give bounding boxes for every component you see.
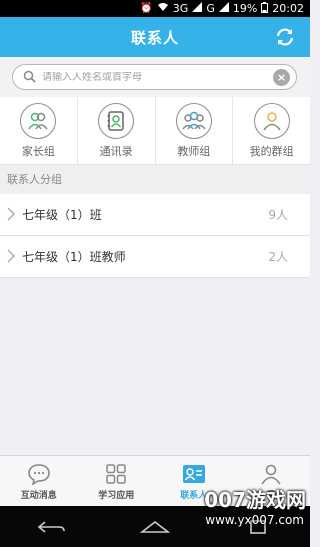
quick-group-row: 家长组 通讯录 教师组 我的群组 [0,97,310,165]
quick-item-teachers[interactable]: 教师组 [156,97,234,164]
list-item[interactable]: 七年级（1）班教师 2人 [0,236,310,278]
home-icon[interactable] [135,515,175,539]
title-bar: 联系人 [0,17,310,57]
alarm-icon: ⏰ [140,3,153,14]
search-input[interactable] [42,71,262,83]
quick-item-my-groups[interactable]: 我的群组 [233,97,310,164]
watermark-logo: 007游戏网 [204,488,306,512]
tab-apps[interactable]: 学习应用 [78,456,156,506]
network-indicator: 3G [172,2,189,15]
chevron-right-icon [7,249,15,267]
list-item[interactable]: 七年级（1）班 9人 [0,194,310,236]
group-count: 2人 [268,250,288,264]
status-bar: ⏰ 3G G 19% 20:02 [0,0,310,17]
group-name: 七年级（1）班教师 [22,250,126,264]
quick-item-address-book[interactable]: 通讯录 [78,97,156,164]
tab-label-apps: 学习应用 [98,490,135,501]
teachers-group-icon [175,102,212,139]
back-icon[interactable] [32,515,72,539]
quick-label-address-book: 通讯录 [99,144,133,158]
chevron-right-icon [7,207,15,225]
signal-icon [192,2,203,15]
address-book-icon [98,102,135,139]
group-list: 七年级（1）班 9人 七年级（1）班教师 2人 [0,194,310,278]
parents-group-icon [20,102,57,139]
group-count: 9人 [268,208,288,222]
battery-icon [261,1,269,16]
signal-icon-2 [218,2,229,15]
quick-label-my-groups: 我的群组 [249,144,294,158]
apps-grid-icon [104,462,128,486]
search-box[interactable]: × [12,64,297,90]
quick-label-teachers: 教师组 [177,144,211,158]
refresh-icon[interactable] [274,26,296,48]
page-title: 联系人 [130,28,179,47]
tab-label-messages: 互动消息 [20,490,57,501]
battery-percent: 19% [232,2,258,15]
network-indicator-2: G [206,2,215,15]
search-icon [23,68,36,87]
clear-icon[interactable]: × [273,69,290,86]
profile-icon [259,462,283,486]
section-header: 联系人分组 [0,166,310,194]
search-area: × [0,57,310,97]
watermark-url: www.yx007.com [205,513,304,527]
my-group-icon [253,102,290,139]
tab-messages[interactable]: 互动消息 [0,456,78,506]
group-name: 七年级（1）班 [22,208,102,222]
quick-label-parents: 家长组 [21,144,55,158]
clock-time: 20:02 [272,2,304,15]
chat-icon [27,462,51,486]
quick-item-parents[interactable]: 家长组 [0,97,78,164]
wifi-icon [157,2,169,15]
contact-card-icon [182,462,206,486]
